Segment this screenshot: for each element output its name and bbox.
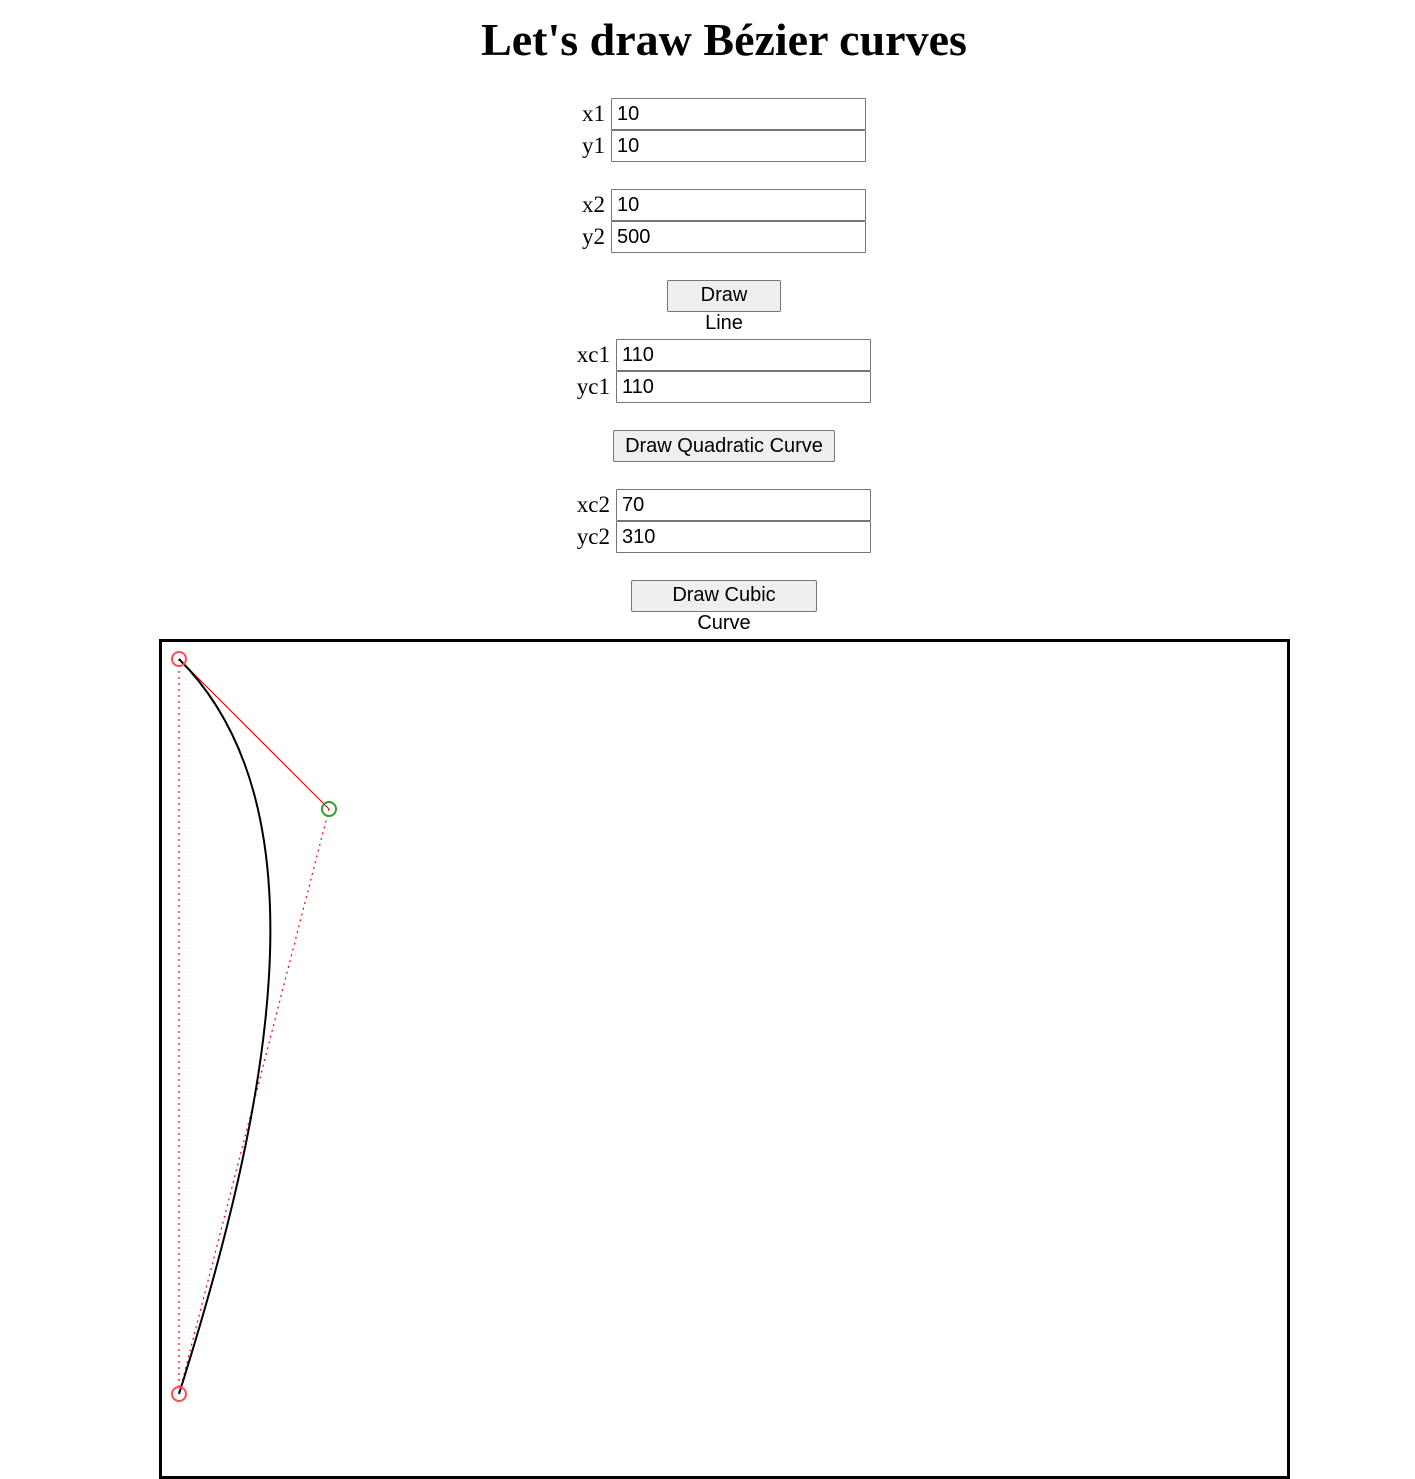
x2-input[interactable] — [611, 189, 866, 221]
xc2-label: xc2 — [576, 492, 610, 517]
x1-input[interactable] — [611, 98, 866, 130]
y1-input[interactable] — [611, 130, 866, 162]
y2-label: y2 — [582, 224, 605, 249]
bezier-drawing — [171, 651, 337, 1402]
y1-label: y1 — [582, 133, 605, 158]
x1-label: x1 — [582, 101, 605, 126]
xc1-label: xc1 — [576, 342, 610, 367]
yc1-label: yc1 — [576, 374, 610, 399]
yc2-label: yc2 — [576, 524, 610, 549]
y1-row: y1 — [565, 130, 866, 162]
xc2-input[interactable] — [616, 489, 871, 521]
yc2-input[interactable] — [616, 521, 871, 553]
guide-line-start-control — [178, 658, 330, 810]
x2-label: x2 — [582, 192, 605, 217]
x1-row: x1 — [565, 98, 866, 130]
yc1-row: yc1 — [560, 371, 871, 403]
x2-row: x2 — [565, 189, 866, 221]
cubic-bezier-curve — [178, 658, 272, 1395]
draw-line-button[interactable]: Draw Line — [667, 280, 781, 334]
xc1-row: xc1 — [560, 339, 871, 371]
yc2-row: yc2 — [560, 521, 871, 553]
xc2-row: xc2 — [560, 489, 871, 521]
drawing-canvas[interactable] — [159, 639, 1290, 1479]
yc1-input[interactable] — [616, 371, 871, 403]
draw-cubic-curve-button[interactable]: Draw Cubic Curve — [631, 580, 817, 634]
draw-quadratic-curve-button[interactable]: Draw Quadratic Curve — [613, 430, 835, 462]
y2-row: y2 — [565, 221, 866, 253]
page-title: Let's draw Bézier curves — [481, 14, 967, 65]
xc1-input[interactable] — [616, 339, 871, 371]
y2-input[interactable] — [611, 221, 866, 253]
